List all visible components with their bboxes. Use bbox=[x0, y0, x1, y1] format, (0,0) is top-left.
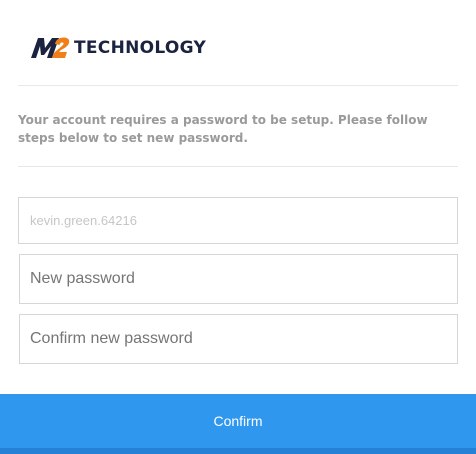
bottom-divider bbox=[18, 166, 458, 167]
brand-name: TECHNOLOGY bbox=[74, 38, 207, 58]
confirm-button[interactable]: Confirm bbox=[0, 394, 476, 454]
top-divider bbox=[18, 85, 458, 86]
username-field[interactable]: kevin.green.64216 bbox=[18, 197, 458, 244]
company-logo: TECHNOLOGY bbox=[30, 35, 206, 61]
m2-logo-icon bbox=[31, 37, 70, 58]
new-password-input[interactable] bbox=[19, 254, 458, 304]
setup-instructions: Your account requires a password to be s… bbox=[18, 113, 428, 145]
confirm-password-input[interactable] bbox=[19, 314, 458, 364]
